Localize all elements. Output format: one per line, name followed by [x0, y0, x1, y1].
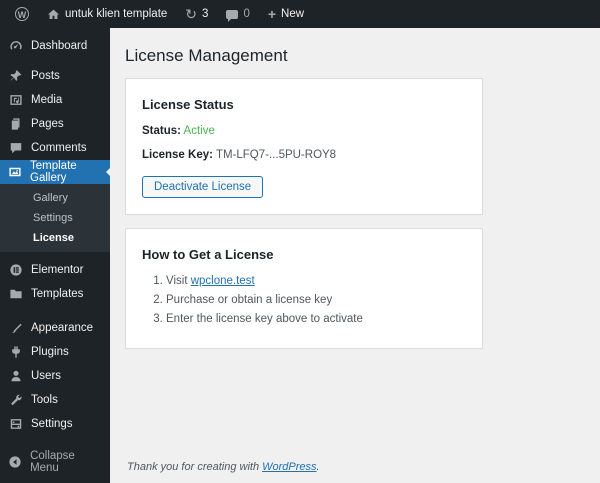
site-name-link[interactable]: untuk klien template: [40, 0, 174, 28]
dashboard-icon: [8, 39, 23, 53]
submenu-item-settings[interactable]: Settings: [0, 208, 110, 228]
sidebar-item-label: Tools: [31, 394, 58, 406]
media-icon: [8, 93, 23, 107]
sidebar-item-comments[interactable]: Comments: [0, 136, 110, 160]
sidebar-item-tools[interactable]: Tools: [0, 388, 110, 412]
status-value: Active: [183, 125, 215, 137]
sidebar-item-label: Media: [31, 94, 63, 106]
license-key-label: License Key:: [142, 149, 213, 161]
license-status-heading: License Status: [142, 97, 234, 112]
sidebar-item-label: Templates: [31, 288, 84, 300]
page-title: License Management: [125, 46, 288, 65]
pushpin-icon: [8, 69, 23, 83]
updates-icon: ↻: [185, 5, 198, 22]
comments-link[interactable]: 0: [219, 0, 256, 28]
wpclone-link[interactable]: wpclone.test: [191, 275, 255, 287]
submenu-item-gallery[interactable]: Gallery: [0, 188, 110, 208]
paintbrush-icon: [8, 321, 23, 335]
howto-license-card: How to Get a License Visit wpclone.test …: [125, 228, 483, 349]
collapse-menu-label: Collapse Menu: [30, 450, 75, 474]
home-icon: [47, 8, 60, 21]
pages-icon: [8, 117, 23, 131]
step-1-text: Visit: [166, 275, 191, 287]
sidebar-item-label: Plugins: [31, 346, 69, 358]
license-key-line: License Key: TM-LFQ7-...5PU-ROY8: [142, 149, 466, 161]
sidebar-item-label: Appearance: [31, 322, 94, 334]
gallery-icon: [8, 165, 22, 179]
elementor-icon: [8, 263, 23, 277]
status-line: Status: Active: [142, 125, 466, 137]
howto-step-3: Enter the license key above to activate: [166, 313, 466, 325]
comment-bubble-icon: [226, 9, 239, 22]
footer-text: Thank you for creating with: [127, 461, 263, 473]
sidebar-item-template-gallery[interactable]: Template Gallery: [0, 160, 110, 184]
new-content-link[interactable]: + New: [261, 0, 311, 28]
settings-icon: [8, 417, 23, 431]
user-icon: [8, 369, 23, 383]
status-label: Status:: [142, 125, 181, 137]
sidebar-item-pages[interactable]: Pages: [0, 112, 110, 136]
sidebar-item-users[interactable]: Users: [0, 364, 110, 388]
updates-link[interactable]: ↻ 3: [178, 0, 215, 28]
sidebar-item-label: Pages: [31, 118, 64, 130]
admin-sidebar: Dashboard Posts Media Pages Comments Tem…: [0, 28, 110, 483]
sidebar-item-elementor[interactable]: Elementor: [0, 258, 110, 282]
footer-suffix: .: [316, 461, 320, 473]
sidebar-item-label: Users: [31, 370, 62, 382]
updates-count: 3: [202, 8, 209, 20]
sidebar-item-plugins[interactable]: Plugins: [0, 340, 110, 364]
sidebar-item-appearance[interactable]: Appearance: [0, 316, 110, 340]
sidebar-item-label: Posts: [31, 70, 60, 82]
sidebar-item-label: Elementor: [31, 264, 84, 276]
howto-heading: How to Get a License: [142, 247, 274, 262]
main-content: License Management License Status Status…: [110, 28, 600, 483]
new-label: New: [281, 8, 305, 20]
license-key-value: TM-LFQ7-...5PU-ROY8: [215, 149, 337, 161]
collapse-arrow-icon: [8, 455, 22, 469]
sidebar-item-posts[interactable]: Posts: [0, 64, 110, 88]
sidebar-item-media[interactable]: Media: [0, 88, 110, 112]
menu-separator: [0, 306, 110, 316]
howto-step-1: Visit wpclone.test: [166, 275, 466, 287]
wp-logo-menu[interactable]: W: [8, 0, 36, 28]
sidebar-item-label: Settings: [31, 418, 73, 430]
comments-icon: [8, 141, 23, 155]
plus-icon: +: [267, 6, 277, 22]
sidebar-item-settings[interactable]: Settings: [0, 412, 110, 436]
sidebar-item-dashboard[interactable]: Dashboard: [0, 34, 110, 58]
folder-icon: [8, 287, 23, 301]
admin-bar: W untuk klien template ↻ 3 0 + New: [0, 0, 600, 28]
template-gallery-submenu: Gallery Settings License: [0, 184, 110, 252]
sidebar-item-label: Template Gallery: [30, 160, 77, 184]
wordpress-footer-link[interactable]: WordPress: [262, 461, 316, 473]
submenu-item-license[interactable]: License: [0, 228, 110, 248]
collapse-menu-button[interactable]: Collapse Menu: [0, 450, 110, 474]
howto-step-2: Purchase or obtain a license key: [166, 294, 466, 306]
wordpress-logo-icon: W: [15, 7, 29, 21]
admin-footer: Thank you for creating with WordPress.: [125, 455, 600, 483]
deactivate-license-button[interactable]: Deactivate License: [142, 176, 264, 198]
sidebar-item-label: Comments: [31, 142, 87, 154]
sidebar-item-templates[interactable]: Templates: [0, 282, 110, 306]
howto-steps-list: Visit wpclone.test Purchase or obtain a …: [166, 275, 466, 325]
wrench-icon: [8, 393, 23, 407]
menu-separator: [0, 436, 110, 446]
license-status-card: License Status Status: Active License Ke…: [125, 78, 483, 215]
comments-count: 0: [243, 8, 250, 20]
sidebar-item-label: Dashboard: [31, 40, 88, 52]
site-name-label: untuk klien template: [65, 8, 168, 20]
plugin-icon: [8, 345, 23, 359]
